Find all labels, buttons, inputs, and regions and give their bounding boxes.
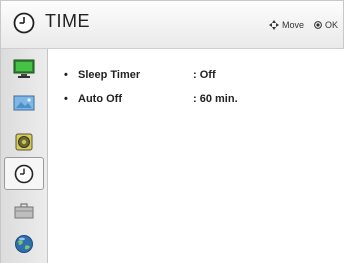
time-menu-window: TIME Move OK • Sleep Timer: Off • Auto …	[0, 0, 344, 263]
page-title: TIME	[45, 11, 90, 31]
screen-image-icon	[13, 95, 35, 110]
speaker-icon	[15, 133, 33, 150]
move-hint-label: Move	[282, 20, 305, 30]
globe-icon	[15, 234, 33, 253]
setting-value: : Off	[193, 69, 216, 81]
sidebar-item-picture[interactable]	[4, 52, 44, 85]
ok-button-icon	[314, 21, 322, 29]
setting-row-sleep-timer[interactable]: • Sleep Timer : Off	[64, 69, 216, 81]
ok-hint-label: OK	[325, 20, 339, 30]
toolbox-icon	[14, 202, 34, 218]
ok-hint: OK	[314, 20, 338, 30]
bullet: •	[64, 69, 68, 81]
sidebar-item-option[interactable]	[4, 194, 44, 227]
sidebar-item-audio[interactable]	[4, 125, 44, 158]
monitor-icon	[13, 59, 35, 78]
setting-label: Sleep Timer	[78, 69, 141, 81]
navigation-arrows-icon	[269, 20, 279, 30]
setting-row-auto-off[interactable]: • Auto Off : 60 min.	[64, 93, 238, 105]
setting-value: : 60 min.	[193, 93, 238, 105]
settings-panel: • Sleep Timer : Off • Auto Off : 60 min.	[48, 49, 344, 263]
clock-icon	[14, 164, 34, 183]
setting-label: Auto Off	[78, 93, 122, 105]
menu-header: TIME Move OK	[1, 1, 343, 49]
clock-icon	[13, 12, 35, 34]
sidebar-item-screen[interactable]	[4, 86, 44, 119]
move-hint: Move	[269, 20, 304, 30]
sidebar-item-network[interactable]	[4, 227, 44, 260]
bullet: •	[64, 93, 68, 105]
category-sidebar	[1, 49, 48, 263]
sidebar-item-time[interactable]	[4, 157, 44, 190]
